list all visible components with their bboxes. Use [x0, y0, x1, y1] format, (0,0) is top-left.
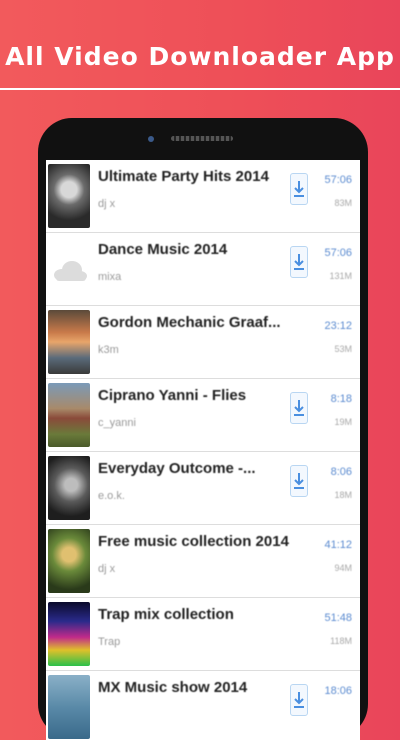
list-item[interactable]: Free music collection 2014 dj x 41:12 94… [46, 525, 360, 598]
track-thumbnail [48, 602, 90, 666]
list-item[interactable]: Gordon Mechanic Graaf... k3m 23:12 53M [46, 306, 360, 379]
track-thumbnail [48, 529, 90, 593]
track-thumbnail [48, 164, 90, 228]
track-author: k3m [98, 344, 119, 356]
track-title: Ultimate Party Hits 2014 [98, 168, 269, 185]
track-author: dj x [98, 563, 116, 575]
track-title: Trap mix collection [98, 606, 234, 623]
download-button[interactable] [290, 392, 308, 424]
track-author: c_yanni [98, 417, 136, 429]
track-duration: 41:12 [324, 539, 352, 551]
track-size: 18M [334, 490, 352, 500]
list-item[interactable]: Ciprano Yanni - Flies c_yanni 8:18 19M [46, 379, 360, 452]
list-item[interactable]: Everyday Outcome -... e.o.k. 8:06 18M [46, 452, 360, 525]
track-author: dj x [98, 198, 116, 210]
cloud-icon [48, 237, 90, 301]
download-button[interactable] [290, 465, 308, 497]
track-duration: 8:18 [330, 393, 352, 405]
banner-divider [0, 88, 400, 90]
list-item[interactable]: Ultimate Party Hits 2014 dj x 57:06 83M [46, 160, 360, 233]
track-author: Trap [98, 636, 121, 648]
track-duration: 57:06 [324, 247, 352, 259]
list-item[interactable]: MX Music show 2014 18:06 [46, 671, 360, 740]
track-thumbnail [48, 675, 90, 739]
screen: Ultimate Party Hits 2014 dj x 57:06 83M [46, 160, 360, 740]
track-duration: 23:12 [324, 320, 352, 332]
phone-frame: Ultimate Party Hits 2014 dj x 57:06 83M [38, 118, 368, 740]
track-duration: 51:48 [324, 612, 352, 624]
download-arrow-icon [294, 473, 304, 489]
track-size: 94M [334, 563, 352, 573]
track-title: MX Music show 2014 [98, 679, 248, 696]
track-size: 53M [334, 344, 352, 354]
download-button[interactable] [290, 173, 308, 205]
earpiece-speaker [171, 136, 233, 141]
track-duration: 8:06 [330, 466, 352, 478]
download-arrow-icon [294, 400, 304, 416]
phone-top-bezel [38, 118, 368, 158]
banner-title: All Video Downloader App [5, 42, 395, 71]
track-thumbnail [48, 310, 90, 374]
list-item[interactable]: Trap mix collection Trap 51:48 118M [46, 598, 360, 671]
track-title: Free music collection 2014 [98, 533, 289, 550]
download-arrow-icon [294, 692, 304, 708]
track-title: Everyday Outcome -... [98, 460, 256, 477]
download-arrow-icon [294, 181, 304, 197]
track-title: Ciprano Yanni - Flies [98, 387, 247, 404]
download-button[interactable] [290, 246, 308, 278]
list-item[interactable]: Dance Music 2014 mixa 57:06 131M [46, 233, 360, 306]
track-author: e.o.k. [98, 490, 125, 502]
track-size: 131M [329, 271, 352, 281]
track-duration: 18:06 [324, 685, 352, 697]
track-thumbnail [48, 456, 90, 520]
track-size: 19M [334, 417, 352, 427]
download-button[interactable] [290, 684, 308, 716]
front-camera [148, 136, 154, 142]
track-title: Dance Music 2014 [98, 241, 228, 258]
track-thumbnail [48, 383, 90, 447]
track-author: mixa [98, 271, 122, 283]
track-duration: 57:06 [324, 174, 352, 186]
track-size: 118M [330, 636, 352, 646]
download-arrow-icon [294, 254, 304, 270]
track-size: 83M [334, 198, 352, 208]
track-title: Gordon Mechanic Graaf... [98, 314, 281, 331]
